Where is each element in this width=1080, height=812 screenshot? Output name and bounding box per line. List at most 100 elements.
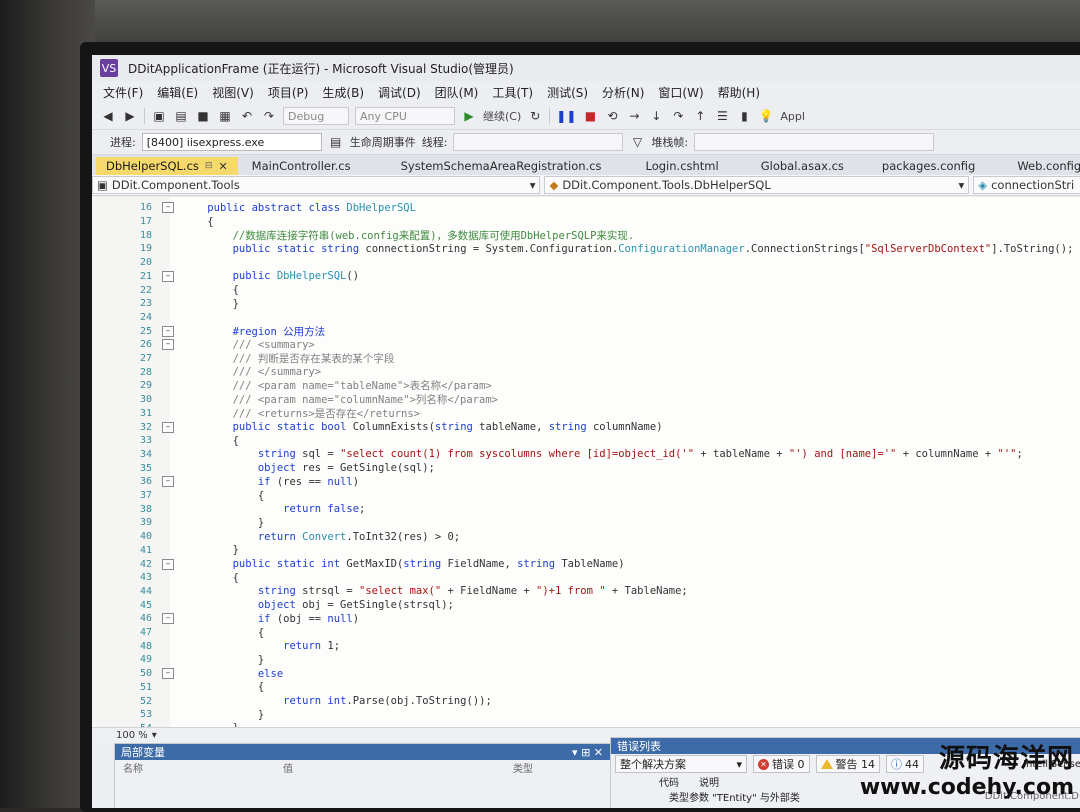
comment-icon[interactable]: ☰ [714, 108, 730, 124]
open-file-icon[interactable]: ▤ [173, 108, 189, 124]
collapse-icon[interactable]: − [162, 668, 174, 680]
code-line[interactable]: 44 string strsql = "select max(" + Field… [92, 585, 688, 599]
code-line[interactable]: 23 } [92, 297, 239, 311]
new-project-icon[interactable]: ▣ [151, 108, 167, 124]
platform-select[interactable]: Any CPU [355, 107, 455, 125]
errors-filter-button[interactable]: ✕ 错误 0 [753, 755, 810, 773]
column-code[interactable]: 代码 [659, 774, 699, 789]
stop-icon[interactable]: ■ [582, 108, 598, 124]
tab-web-config[interactable]: Web.config [1007, 157, 1080, 175]
tab-dbhelpersql[interactable]: DbHelperSQL.cs ⊟ ✕ [96, 157, 238, 175]
code-line[interactable]: 17 { [92, 215, 214, 229]
code-line[interactable]: 18 //数据库连接字符串(web.config来配置)，多数据库可使用DbHe… [92, 228, 634, 242]
undo-icon[interactable]: ↶ [239, 108, 255, 124]
code-line[interactable]: 33 { [92, 434, 239, 448]
code-line[interactable]: 29 /// <param name="tableName">表名称</para… [92, 379, 492, 393]
code-line[interactable]: 25− #region 公用方法 [92, 324, 325, 338]
zoom-level[interactable]: 100 % [116, 730, 148, 741]
code-line[interactable]: 28 /// </summary> [92, 365, 321, 379]
stackframe-select[interactable] [694, 133, 935, 151]
code-line[interactable]: 31 /// <returns>是否存在</returns> [92, 407, 420, 421]
code-line[interactable]: 30 /// <param name="columnName">列名称</par… [92, 393, 498, 407]
lifecycle-icon[interactable]: ▤ [328, 134, 344, 150]
step-over-icon[interactable]: ↷ [670, 108, 686, 124]
code-line[interactable]: 21− public DbHelperSQL() [92, 270, 359, 284]
process-select[interactable]: [8400] iisexpress.exe [141, 133, 322, 151]
code-line[interactable]: 37 { [92, 489, 264, 503]
class-dropdown[interactable]: ◆ DDit.Component.Tools.DbHelperSQL ▾ [544, 176, 970, 194]
code-line[interactable]: 53 } [92, 708, 264, 722]
tab-login[interactable]: Login.cshtml [636, 157, 729, 175]
application-insights-label[interactable]: Appl [780, 110, 805, 123]
code-line[interactable]: 27 /// 判断是否存在某表的某个字段 [92, 352, 394, 366]
menu-help[interactable]: 帮助(H) [711, 84, 767, 101]
member-dropdown[interactable]: ◈ connectionStri [973, 176, 1080, 194]
pause-icon[interactable]: ❚❚ [556, 108, 576, 124]
code-line[interactable]: 51 { [92, 681, 264, 695]
chevron-down-icon[interactable]: ▾ [152, 730, 157, 741]
code-line[interactable]: 43 { [92, 571, 239, 585]
code-line[interactable]: 22 { [92, 283, 239, 297]
lightbulb-icon[interactable]: 💡 [758, 108, 774, 124]
step-into-icon[interactable]: ↓ [648, 108, 664, 124]
code-line[interactable]: 48 return 1; [92, 639, 340, 653]
code-line[interactable]: 42− public static int GetMaxID(string Fi… [92, 557, 625, 571]
filter-icon[interactable]: ▽ [629, 134, 645, 150]
forward-icon[interactable]: ▶ [122, 108, 138, 124]
code-line[interactable]: 38 return false; [92, 502, 365, 516]
code-line[interactable]: 35 object res = GetSingle(sql); [92, 461, 435, 475]
tab-maincontroller[interactable]: MainController.cs [242, 157, 361, 175]
menu-test[interactable]: 测试(S) [540, 84, 595, 101]
continue-icon[interactable]: ▶ [461, 108, 477, 124]
tab-systemschemaarearegistration[interactable]: SystemSchemaAreaRegistration.cs [391, 157, 612, 175]
menu-view[interactable]: 视图(V) [205, 84, 261, 101]
menu-analyze[interactable]: 分析(N) [595, 84, 651, 101]
code-line[interactable]: 46− if (obj == null) [92, 612, 359, 626]
code-line[interactable]: 52 return int.Parse(obj.ToString()); [92, 694, 492, 708]
project-dropdown[interactable]: ▣ DDit.Component.Tools ▾ [92, 176, 541, 194]
restart-icon[interactable]: ⟲ [604, 108, 620, 124]
save-all-icon[interactable]: ▦ [217, 108, 233, 124]
collapse-icon[interactable]: − [162, 558, 174, 570]
code-line[interactable]: 36− if (res == null) [92, 475, 359, 489]
code-line[interactable]: 16− public abstract class DbHelperSQL [92, 201, 416, 215]
collapse-icon[interactable]: − [162, 421, 174, 433]
redo-icon[interactable]: ↷ [261, 108, 277, 124]
pin-icon[interactable]: ▾ ⊞ ✕ [572, 746, 603, 759]
close-icon[interactable]: ✕ [218, 160, 227, 173]
show-next-statement-icon[interactable]: → [626, 108, 642, 124]
menu-edit[interactable]: 编辑(E) [150, 84, 205, 101]
column-type[interactable]: 类型 [513, 760, 533, 775]
menu-tools[interactable]: 工具(T) [485, 84, 540, 101]
code-editor[interactable]: 16− public abstract class DbHelperSQL 17 … [92, 197, 1080, 727]
menu-debug[interactable]: 调试(D) [371, 84, 428, 101]
menu-file[interactable]: 文件(F) [96, 84, 150, 101]
code-line[interactable]: 39 } [92, 516, 264, 530]
config-select[interactable]: Debug [283, 107, 349, 125]
menu-window[interactable]: 窗口(W) [651, 84, 710, 101]
collapse-icon[interactable]: − [162, 476, 174, 488]
tab-packages-config[interactable]: packages.config [872, 157, 985, 175]
collapse-icon[interactable]: − [162, 325, 174, 337]
pin-icon[interactable]: ⊟ [205, 161, 213, 171]
code-line[interactable]: 41 } [92, 544, 239, 558]
continue-button[interactable]: 继续(C) [483, 108, 521, 124]
step-out-icon[interactable]: ↑ [692, 108, 708, 124]
code-line[interactable]: 40 return Convert.ToInt32(res) > 0; [92, 530, 460, 544]
collapse-icon[interactable]: − [162, 270, 174, 282]
column-description[interactable]: 说明 [699, 774, 719, 789]
collapse-icon[interactable]: − [162, 339, 174, 351]
menu-build[interactable]: 生成(B) [315, 84, 371, 101]
code-line[interactable]: 32− public static bool ColumnExists(stri… [92, 420, 663, 434]
collapse-icon[interactable]: − [162, 613, 174, 625]
refresh-icon[interactable]: ↻ [527, 108, 543, 124]
column-name[interactable]: 名称 [115, 760, 283, 775]
thread-select[interactable] [453, 133, 624, 151]
code-line[interactable]: 50− else [92, 667, 283, 681]
lifecycle-events-button[interactable]: 生命周期事件 [350, 134, 416, 150]
back-icon[interactable]: ◀ [100, 108, 116, 124]
collapse-icon[interactable]: − [162, 202, 174, 214]
code-line[interactable]: 24 [92, 311, 182, 325]
code-line[interactable]: 34 string sql = "select count(1) from sy… [92, 448, 1023, 462]
code-line[interactable]: 47 { [92, 626, 264, 640]
